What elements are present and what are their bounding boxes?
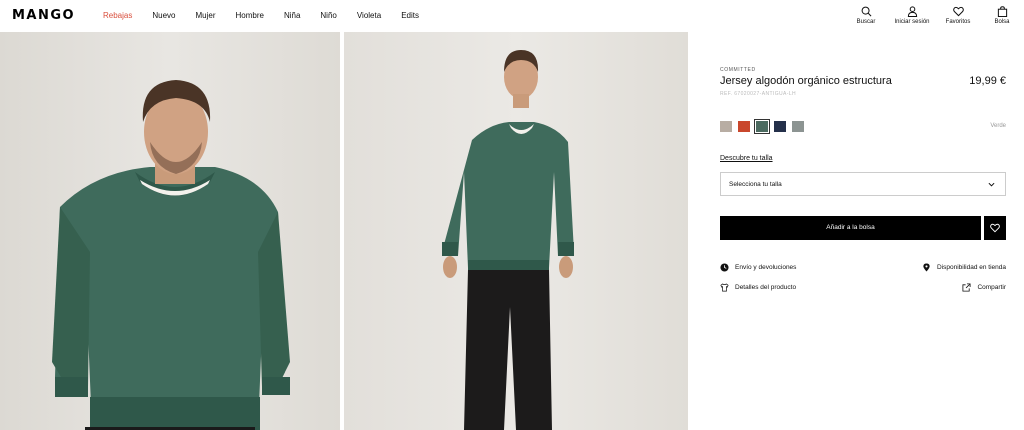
nav-nino[interactable]: Niño (320, 11, 336, 20)
nav-rebajas[interactable]: Rebajas (103, 11, 132, 20)
color-swatches (720, 119, 810, 134)
main-nav: Rebajas Nuevo Mujer Hombre Niña Niño Vio… (103, 11, 439, 20)
selected-color-name: Verde (990, 123, 1006, 129)
add-to-bag-button[interactable]: Añadir a la bolsa (720, 216, 981, 240)
top-header: MANGO Rebajas Nuevo Mujer Hombre Niña Ni… (0, 0, 1024, 32)
mango-logo[interactable]: MANGO (12, 8, 75, 23)
search-icon (861, 6, 871, 17)
shipping-label: Envío y devoluciones (735, 264, 797, 271)
bag-button[interactable]: Bolsa (980, 6, 1024, 25)
share-link[interactable]: Compartir (962, 283, 1006, 292)
model-closeup-illustration (0, 32, 340, 430)
favorites-label: Favoritos (945, 19, 971, 25)
swatch-gris[interactable] (792, 121, 804, 132)
committed-tag: COMMITTED (720, 67, 756, 73)
store-availability-link[interactable]: Disponibilidad en tienda (922, 263, 1006, 272)
nav-mujer[interactable]: Mujer (195, 11, 215, 20)
model-fullbody-illustration (344, 32, 688, 430)
product-reference: REF. 67020027-ANTIGUA-LH (720, 91, 797, 97)
login-button[interactable]: Iniciar sesión (888, 6, 936, 25)
size-select-label: Selecciona tu talla (729, 181, 782, 188)
shipping-returns-link[interactable]: Envío y devoluciones (720, 263, 796, 272)
add-to-favorites-button[interactable] (984, 216, 1006, 240)
swatch-rojo[interactable] (738, 121, 750, 132)
header-actions: Buscar Iniciar sesión Favoritos Bolsa (844, 6, 1024, 25)
heart-icon (952, 6, 964, 17)
nav-hombre[interactable]: Hombre (236, 11, 264, 20)
user-icon (907, 6, 917, 17)
heart-icon (990, 223, 1000, 233)
product-image-closeup[interactable] (0, 32, 340, 430)
size-guide-link[interactable]: Descubre tu talla (720, 155, 773, 162)
swatch-azul-marino[interactable] (774, 121, 786, 132)
favorites-button[interactable]: Favoritos (936, 6, 980, 25)
location-pin-icon (923, 263, 930, 272)
product-price: 19,99 € (969, 75, 1006, 87)
product-details-link[interactable]: Detalles del producto (720, 283, 796, 292)
shirt-icon (720, 283, 729, 292)
login-label: Iniciar sesión (894, 19, 930, 25)
share-label: Compartir (977, 284, 1006, 291)
share-icon (962, 283, 971, 292)
search-label: Buscar (856, 19, 876, 25)
swatch-beige[interactable] (720, 121, 732, 132)
nav-violeta[interactable]: Violeta (357, 11, 381, 20)
chevron-down-icon (988, 182, 995, 187)
clock-icon (720, 263, 729, 272)
availability-label: Disponibilidad en tienda (936, 264, 1006, 271)
product-image-fullbody[interactable] (344, 32, 688, 430)
add-to-bag-label: Añadir a la bolsa (826, 224, 875, 231)
details-label: Detalles del producto (735, 284, 797, 291)
search-button[interactable]: Buscar (844, 6, 888, 25)
swatch-verde[interactable] (754, 119, 770, 134)
bag-label: Bolsa (994, 19, 1010, 25)
nav-edits[interactable]: Edits (401, 11, 419, 20)
size-select[interactable]: Selecciona tu talla (720, 172, 1006, 196)
nav-nina[interactable]: Niña (284, 11, 300, 20)
product-title: Jersey algodón orgánico estructura (720, 75, 892, 87)
nav-nuevo[interactable]: Nuevo (152, 11, 175, 20)
bag-icon (997, 6, 1007, 17)
